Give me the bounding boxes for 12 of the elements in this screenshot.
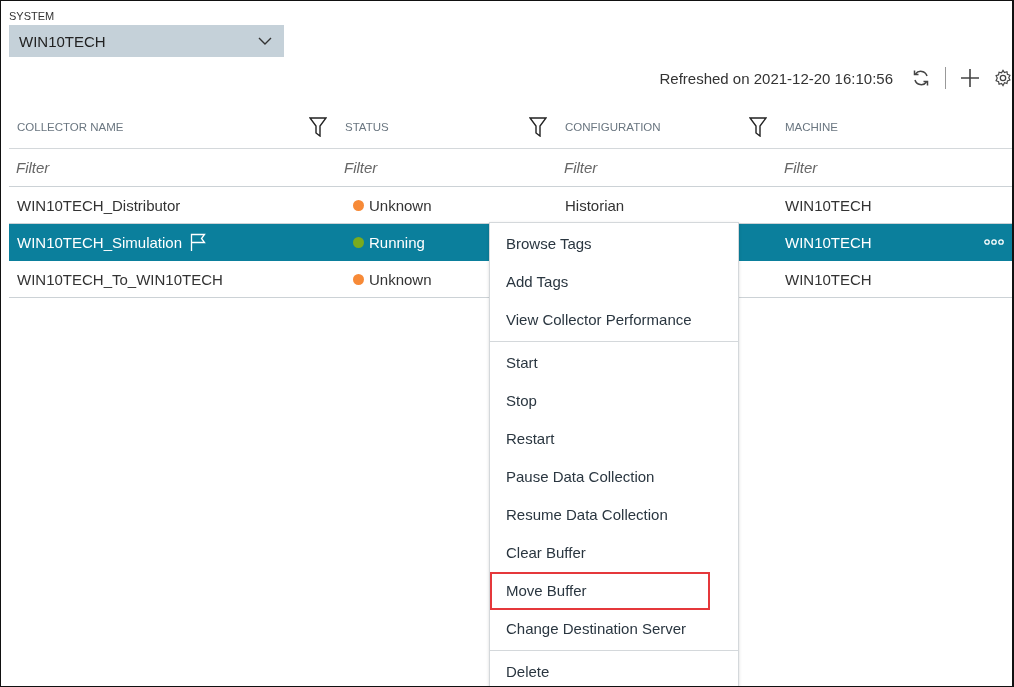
collector-name: WIN10TECH_Simulation [17, 233, 183, 251]
machine-text: WIN10TECH [785, 270, 872, 288]
machine-text: WIN10TECH [785, 196, 872, 214]
configuration-text: Historian [565, 196, 625, 214]
system-label: SYSTEM [9, 10, 56, 22]
collector-name: WIN10TECH_Distributor [17, 196, 181, 214]
status-text: Unknown [369, 196, 432, 214]
machine-text: WIN10TECH [785, 233, 872, 251]
status-text: Running [369, 233, 425, 251]
collector-name: WIN10TECH_To_WIN10TECH [17, 270, 223, 288]
status-text: Unknown [369, 270, 432, 288]
refreshed-timestamp: Refreshed on 2021-12-20 16:10:56 [659, 69, 893, 87]
